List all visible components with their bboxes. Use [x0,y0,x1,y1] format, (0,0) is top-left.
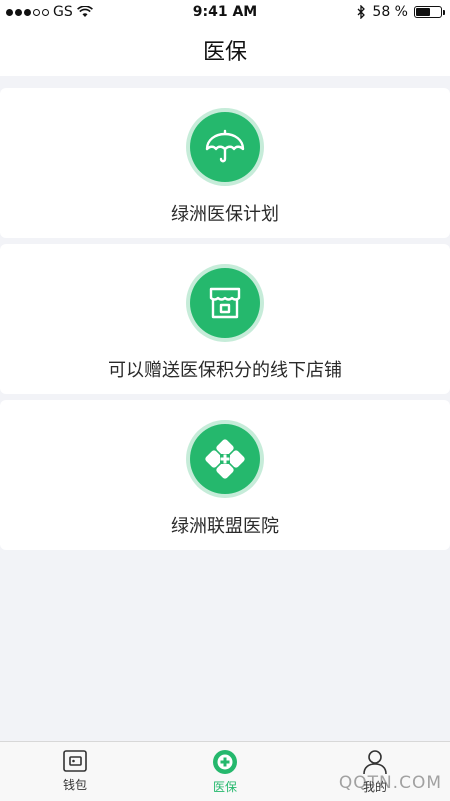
battery-fill [416,8,430,16]
tab-label: 医保 [212,780,237,794]
tab-wallet[interactable]: 钱包 [0,742,150,801]
status-right: 58 % [357,4,445,20]
tab-label: 钱包 [62,778,87,792]
icon-circle [186,108,264,186]
page-title: 医保 [202,40,247,65]
nav-bar: 医保 [0,24,450,76]
card-label: 绿洲联盟医院 [171,516,279,537]
umbrella-icon [205,129,245,163]
status-bar: GS 9:41 AM 58 % [0,0,450,24]
card-label: 可以赠送医保积分的线下店铺 [108,360,342,381]
card-alliance-hospital[interactable]: 绿洲联盟医院 [0,400,450,550]
icon-circle [186,420,264,498]
card-medical-plan[interactable]: 绿洲医保计划 [0,88,450,238]
icon-circle [186,264,264,342]
person-icon [363,750,387,775]
card-offline-stores[interactable]: 可以赠送医保积分的线下店铺 [0,244,450,394]
watermark: QQTN.COM [338,773,442,793]
tab-bar: 钱包 医保 我的 QQTN.COM [0,741,450,801]
plus-circle-icon [213,750,237,774]
bluetooth-icon [357,5,366,19]
battery-percent: 58 % [372,4,408,20]
tab-medical[interactable]: 医保 [150,742,300,801]
medical-cross-icon [205,439,245,479]
card-label: 绿洲医保计划 [171,204,279,225]
battery-icon [414,6,445,18]
store-icon [209,287,241,319]
wallet-icon [63,750,87,772]
